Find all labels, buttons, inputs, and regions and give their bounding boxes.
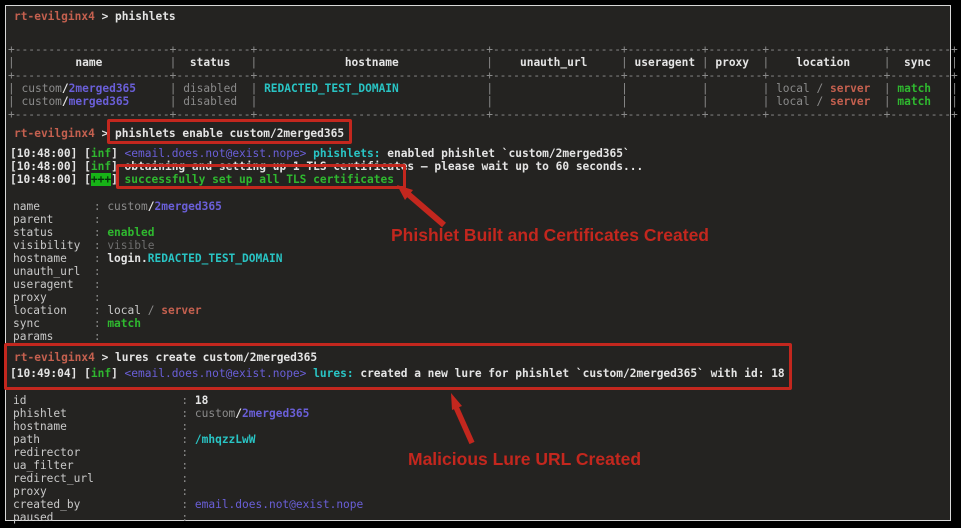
- detail-redirector: redirector :: [13, 446, 195, 459]
- detail-sync: sync : match: [13, 317, 141, 330]
- detail-path: path : /mhqzzLwW: [13, 433, 256, 446]
- detail-unauth_url: unauth_url :: [13, 265, 108, 278]
- highlight-box-enable-command: [107, 119, 352, 144]
- table-border: +-----------------------+-----------+---…: [8, 69, 958, 82]
- annotation-lure-label: Malicious Lure URL Created: [408, 449, 642, 469]
- detail-proxy: proxy :: [13, 291, 108, 304]
- detail-hostname: hostname :: [13, 420, 195, 433]
- detail-location: location : local / server: [13, 304, 202, 317]
- detail-proxy: proxy :: [13, 485, 195, 498]
- table-row: | custom/merged365 | disabled | | | | | …: [8, 95, 959, 108]
- detail-params: params :: [13, 330, 108, 343]
- log-line: [10:48:00] [inf] <email.does.not@exist.n…: [10, 147, 630, 160]
- detail-hostname: hostname : login.REDACTED_TEST_DOMAIN: [13, 252, 283, 265]
- terminal-window[interactable]: rt-evilginx4 > phishlets +---------------…: [5, 5, 958, 524]
- detail-paused: paused :: [13, 511, 195, 524]
- detail-ua_filter: ua_filter :: [13, 459, 195, 472]
- detail-name: name : custom/2merged365: [13, 200, 222, 213]
- detail-created_by: created_by : email.does.not@exist.nope: [13, 498, 364, 511]
- table-header: | name | status | hostname | unauth_url …: [8, 56, 958, 69]
- highlight-box-tls-success: [116, 164, 406, 189]
- detail-redirect_url: redirect_url :: [13, 472, 195, 485]
- prompt-phishlets: rt-evilginx4 > phishlets: [14, 10, 176, 23]
- annotation-certificates-label: Phishlet Built and Certificates Created: [391, 225, 709, 245]
- detail-status: status : enabled: [13, 226, 155, 239]
- detail-useragent: useragent :: [13, 278, 108, 291]
- table-row: | custom/2merged365 | disabled | REDACTE…: [8, 82, 959, 95]
- detail-phishlet: phishlet : custom/2merged365: [13, 407, 310, 420]
- screenshot-root: { "colors": { "terminal_bg": "#242321", …: [0, 0, 961, 528]
- highlight-box-lure-created: [4, 343, 792, 390]
- table-border: +-----------------------+-----------+---…: [8, 43, 958, 56]
- detail-parent: parent :: [13, 213, 108, 226]
- detail-id: id : 18: [13, 394, 209, 407]
- detail-visibility: visibility : visible: [13, 239, 155, 252]
